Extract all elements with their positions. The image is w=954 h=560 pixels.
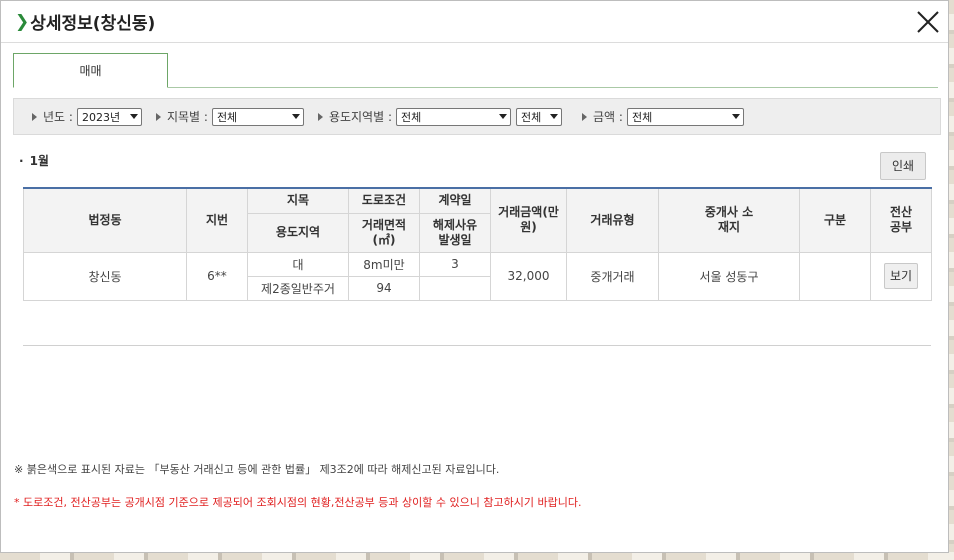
cell-deal-type: 중개거래 — [566, 251, 659, 301]
amount-label: 금액 : — [593, 110, 623, 124]
bullet-triangle-icon — [317, 112, 323, 121]
year-label: 년도 : — [43, 110, 73, 124]
amount-select-value: 전체 — [631, 110, 653, 124]
tab-bar: 매매 — [13, 53, 938, 88]
cell-jibun: 6** — [186, 251, 248, 301]
table-row: 창신동 6** 대 8m미만 3 32,000 중개거래 서울 성동구 보기 — [23, 251, 932, 301]
header-zone: 용도지역 — [247, 212, 349, 253]
header-gubun: 구분 — [799, 187, 871, 253]
cell-dong: 창신동 — [23, 251, 187, 301]
header-record: 전산 공부 — [870, 187, 932, 253]
view-record-button[interactable]: 보기 — [884, 263, 918, 289]
zone-sub-select[interactable]: 전체 — [516, 107, 562, 126]
header-dong: 법정동 — [23, 187, 187, 253]
bullet-triangle-icon — [32, 112, 37, 121]
zone-sub-select-value: 전체 — [521, 110, 542, 124]
cell-broker: 서울 성동구 — [658, 251, 800, 301]
chevron-down-icon — [731, 114, 740, 119]
jimok-select-value: 전체 — [216, 110, 238, 124]
detail-dialog: ❯ 상세정보(창신동) 매매 년도 : 2023년 지목별 : 전체 용도지역별… — [0, 0, 949, 553]
chevron-down-icon — [499, 114, 507, 119]
tab-sale[interactable]: 매매 — [13, 53, 168, 88]
year-select-value: 2023년 — [81, 110, 121, 124]
header-road: 도로조건 — [348, 187, 420, 214]
close-icon — [917, 11, 939, 33]
header-broker: 중개사 소재지 — [658, 187, 800, 253]
bullet-triangle-icon — [155, 112, 161, 121]
month-bullet: · — [19, 154, 24, 168]
cell-record: 보기 — [870, 251, 932, 301]
cell-contract-day: 3 — [419, 251, 491, 277]
zone-select[interactable]: 전체 — [396, 107, 511, 126]
year-select[interactable]: 2023년 — [76, 107, 142, 126]
cell-jimok: 대 — [247, 251, 349, 277]
print-button[interactable]: 인쇄 — [880, 152, 926, 180]
disclaimer-notice: * 도로조건, 전산공부는 공개시점 기준으로 제공되어 조회시점의 현황,전산… — [14, 496, 582, 509]
transaction-table: 법정동 지번 지목 도로조건 계약일 거래금액(만원) 거래유형 중개사 소재지… — [23, 187, 932, 301]
header-area: 거래면적(㎡) — [348, 212, 420, 253]
filter-bar: 년도 : 2023년 지목별 : 전체 용도지역별 : 전체 전체 금액 : 전… — [13, 98, 941, 135]
cell-gubun — [799, 251, 871, 301]
chevron-down-icon — [291, 114, 300, 119]
month-label: 1월 — [29, 154, 49, 168]
header-jibun: 지번 — [186, 187, 248, 253]
jimok-label: 지목별 : — [166, 110, 208, 124]
header-jimok: 지목 — [247, 187, 349, 214]
cell-area: 94 — [348, 275, 420, 301]
chevron-down-icon — [550, 114, 558, 119]
chevron-down-icon — [129, 114, 138, 119]
cancel-notice: ※ 붉은색으로 표시된 자료는 「부동산 거래신고 등에 관한 법률」 제3조2… — [14, 463, 500, 476]
header-deal-type: 거래유형 — [566, 187, 659, 253]
month-heading: · 1월 — [19, 152, 49, 169]
zone-label: 용도지역별 : — [328, 110, 392, 124]
cell-price: 32,000 — [490, 251, 567, 301]
jimok-select[interactable]: 전체 — [211, 107, 304, 126]
header-price: 거래금액(만원) — [490, 187, 567, 253]
title-chevron-icon: ❯ — [15, 11, 30, 32]
amount-select[interactable]: 전체 — [626, 107, 744, 126]
header-cancel: 해제사유 발생일 — [419, 212, 491, 253]
zone-select-value: 전체 — [401, 110, 422, 124]
map-edge-bottom — [0, 552, 954, 560]
close-button[interactable] — [916, 10, 940, 34]
header-contract-day: 계약일 — [419, 187, 491, 214]
cell-cancel — [419, 275, 491, 301]
bullet-triangle-icon — [582, 112, 587, 121]
cell-road: 8m미만 — [348, 251, 420, 277]
dialog-title: 상세정보(창신동) — [30, 14, 156, 34]
dialog-titlebar: ❯ 상세정보(창신동) — [1, 1, 948, 43]
cell-zone: 제2종일반주거 — [247, 275, 349, 301]
divider — [23, 345, 931, 346]
